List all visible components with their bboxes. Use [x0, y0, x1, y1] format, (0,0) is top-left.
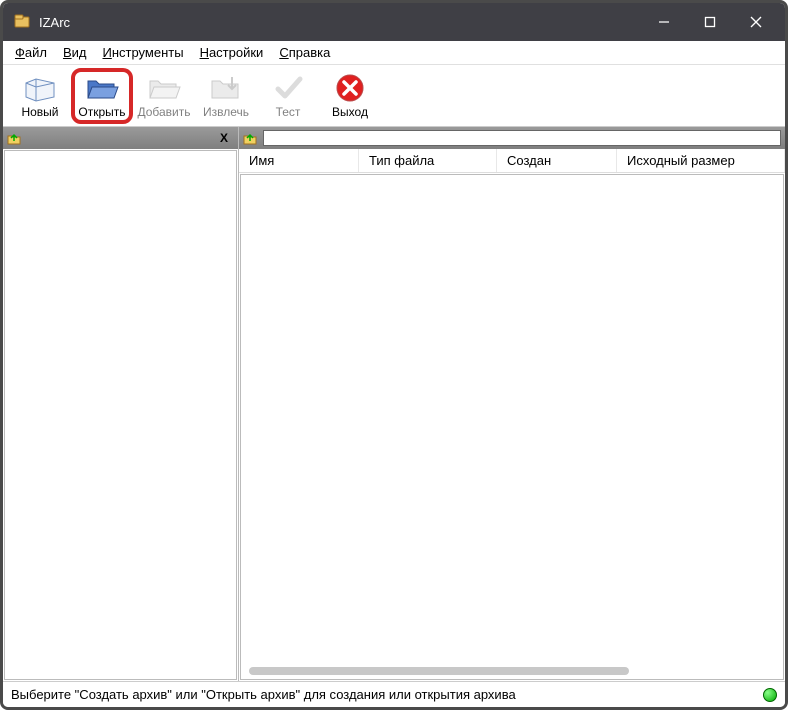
- content-area: X Имя Тип файла Создан Исходный размер: [3, 127, 785, 681]
- up-folder-icon[interactable]: [7, 131, 21, 145]
- open-button[interactable]: Открыть: [71, 68, 133, 124]
- add-label: Добавить: [137, 105, 190, 119]
- add-button: Добавить: [133, 68, 195, 124]
- window-controls: [641, 6, 779, 38]
- folder-tree[interactable]: [4, 150, 237, 680]
- app-icon: [13, 13, 31, 31]
- status-led-icon: [763, 688, 777, 702]
- exit-label: Выход: [332, 105, 368, 119]
- extract-label: Извлечь: [203, 105, 249, 119]
- add-folder-icon: [146, 73, 182, 103]
- menu-view[interactable]: Вид: [55, 43, 95, 62]
- menu-settings[interactable]: Настройки: [192, 43, 272, 62]
- test-label: Тест: [276, 105, 301, 119]
- new-label: Новый: [21, 105, 58, 119]
- horizontal-scrollbar[interactable]: [249, 667, 629, 675]
- menu-help[interactable]: Справка: [271, 43, 338, 62]
- titlebar: IZArc: [3, 3, 785, 41]
- path-input[interactable]: [263, 130, 781, 146]
- col-type[interactable]: Тип файла: [359, 149, 497, 172]
- left-pane-header: X: [3, 127, 238, 149]
- new-icon: [22, 73, 58, 103]
- menubar: Файл Вид Инструменты Настройки Справка: [3, 41, 785, 65]
- close-button[interactable]: [733, 6, 779, 38]
- up-folder-icon[interactable]: [243, 131, 257, 145]
- col-orig-size[interactable]: Исходный размер: [617, 149, 785, 172]
- extract-button: Извлечь: [195, 68, 257, 124]
- new-button[interactable]: Новый: [9, 68, 71, 124]
- col-created[interactable]: Создан: [497, 149, 617, 172]
- window-title: IZArc: [39, 15, 641, 30]
- open-folder-icon: [84, 73, 120, 103]
- extract-icon: [208, 73, 244, 103]
- left-pane: X: [3, 127, 239, 681]
- file-list[interactable]: [240, 174, 784, 680]
- menu-file[interactable]: Файл: [7, 43, 55, 62]
- statusbar: Выберите "Создать архив" или "Открыть ар…: [3, 681, 785, 707]
- test-button: Тест: [257, 68, 319, 124]
- col-name[interactable]: Имя: [239, 149, 359, 172]
- exit-icon: [332, 73, 368, 103]
- open-label: Открыть: [78, 105, 125, 119]
- right-pane-header: [239, 127, 785, 149]
- status-text: Выберите "Создать архив" или "Открыть ар…: [11, 687, 516, 702]
- toolbar: Новый Открыть Добавить: [3, 65, 785, 127]
- right-pane: Имя Тип файла Создан Исходный размер: [239, 127, 785, 681]
- column-headers: Имя Тип файла Создан Исходный размер: [239, 149, 785, 173]
- exit-button[interactable]: Выход: [319, 68, 381, 124]
- minimize-button[interactable]: [641, 6, 687, 38]
- left-pane-close[interactable]: X: [214, 131, 234, 145]
- app-window: IZArc Файл Вид Инструменты Настройки Спр…: [0, 0, 788, 710]
- maximize-button[interactable]: [687, 6, 733, 38]
- test-checkmark-icon: [270, 73, 306, 103]
- menu-tools[interactable]: Инструменты: [95, 43, 192, 62]
